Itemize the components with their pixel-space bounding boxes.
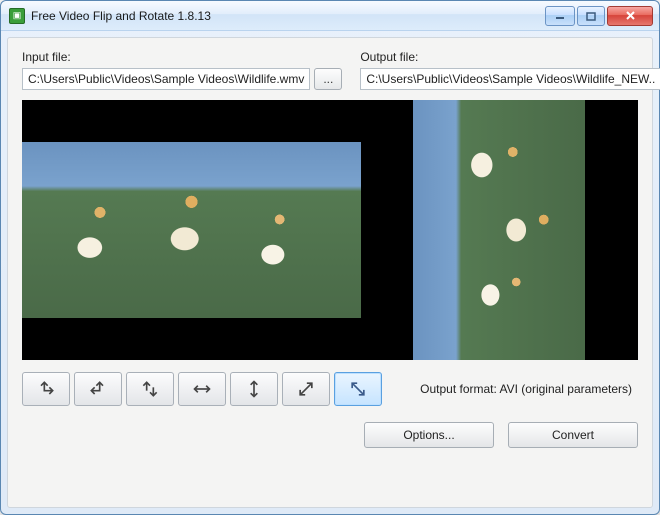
input-browse-button[interactable]: ... xyxy=(314,68,342,90)
preview-area xyxy=(22,100,638,360)
output-file-label: Output file: xyxy=(360,50,660,64)
operation-buttons xyxy=(22,372,382,406)
window-controls xyxy=(543,6,653,26)
flip-horizontal-icon xyxy=(192,379,212,399)
output-video-frame xyxy=(413,100,585,360)
app-window: ▣ Free Video Flip and Rotate 1.8.13 Inpu… xyxy=(0,0,660,515)
flip-diagonal-down-button[interactable] xyxy=(334,372,382,406)
file-row: Input file: C:\Users\Public\Videos\Sampl… xyxy=(22,50,638,90)
rotate-180-icon xyxy=(140,379,160,399)
output-file-block: Output file: C:\Users\Public\Videos\Samp… xyxy=(360,50,660,90)
convert-button[interactable]: Convert xyxy=(508,422,638,448)
output-format-label: Output format: AVI (original parameters) xyxy=(420,382,638,396)
titlebar: ▣ Free Video Flip and Rotate 1.8.13 xyxy=(1,1,659,31)
maximize-button[interactable] xyxy=(577,6,605,26)
footer-row: Options... Convert xyxy=(22,422,638,448)
rotate-ccw-button[interactable] xyxy=(22,372,70,406)
window-title: Free Video Flip and Rotate 1.8.13 xyxy=(31,9,543,23)
app-icon: ▣ xyxy=(9,8,25,24)
flip-vertical-icon xyxy=(244,379,264,399)
rotate-180-button[interactable] xyxy=(126,372,174,406)
maximize-icon xyxy=(586,11,596,21)
flip-vertical-button[interactable] xyxy=(230,372,278,406)
output-file-path[interactable]: C:\Users\Public\Videos\Sample Videos\Wil… xyxy=(360,68,660,90)
minimize-button[interactable] xyxy=(545,6,575,26)
close-icon xyxy=(625,10,636,21)
input-file-block: Input file: C:\Users\Public\Videos\Sampl… xyxy=(22,50,342,90)
flip-diagonal-down-icon xyxy=(348,379,368,399)
flip-horizontal-button[interactable] xyxy=(178,372,226,406)
flip-diagonal-up-button[interactable] xyxy=(282,372,330,406)
preview-output xyxy=(361,100,638,360)
input-file-row: C:\Users\Public\Videos\Sample Videos\Wil… xyxy=(22,68,342,90)
input-file-path[interactable]: C:\Users\Public\Videos\Sample Videos\Wil… xyxy=(22,68,310,90)
close-button[interactable] xyxy=(607,6,653,26)
rotate-cw-button[interactable] xyxy=(74,372,122,406)
minimize-icon xyxy=(555,11,565,21)
input-file-label: Input file: xyxy=(22,50,342,64)
output-file-row: C:\Users\Public\Videos\Sample Videos\Wil… xyxy=(360,68,660,90)
flip-diagonal-up-icon xyxy=(296,379,316,399)
input-video-frame xyxy=(22,142,361,319)
rotate-ccw-icon xyxy=(36,379,56,399)
client-area: Input file: C:\Users\Public\Videos\Sampl… xyxy=(7,37,653,508)
options-button[interactable]: Options... xyxy=(364,422,494,448)
rotate-cw-icon xyxy=(88,379,108,399)
preview-input xyxy=(22,100,361,360)
toolbar-row: Output format: AVI (original parameters) xyxy=(22,372,638,406)
